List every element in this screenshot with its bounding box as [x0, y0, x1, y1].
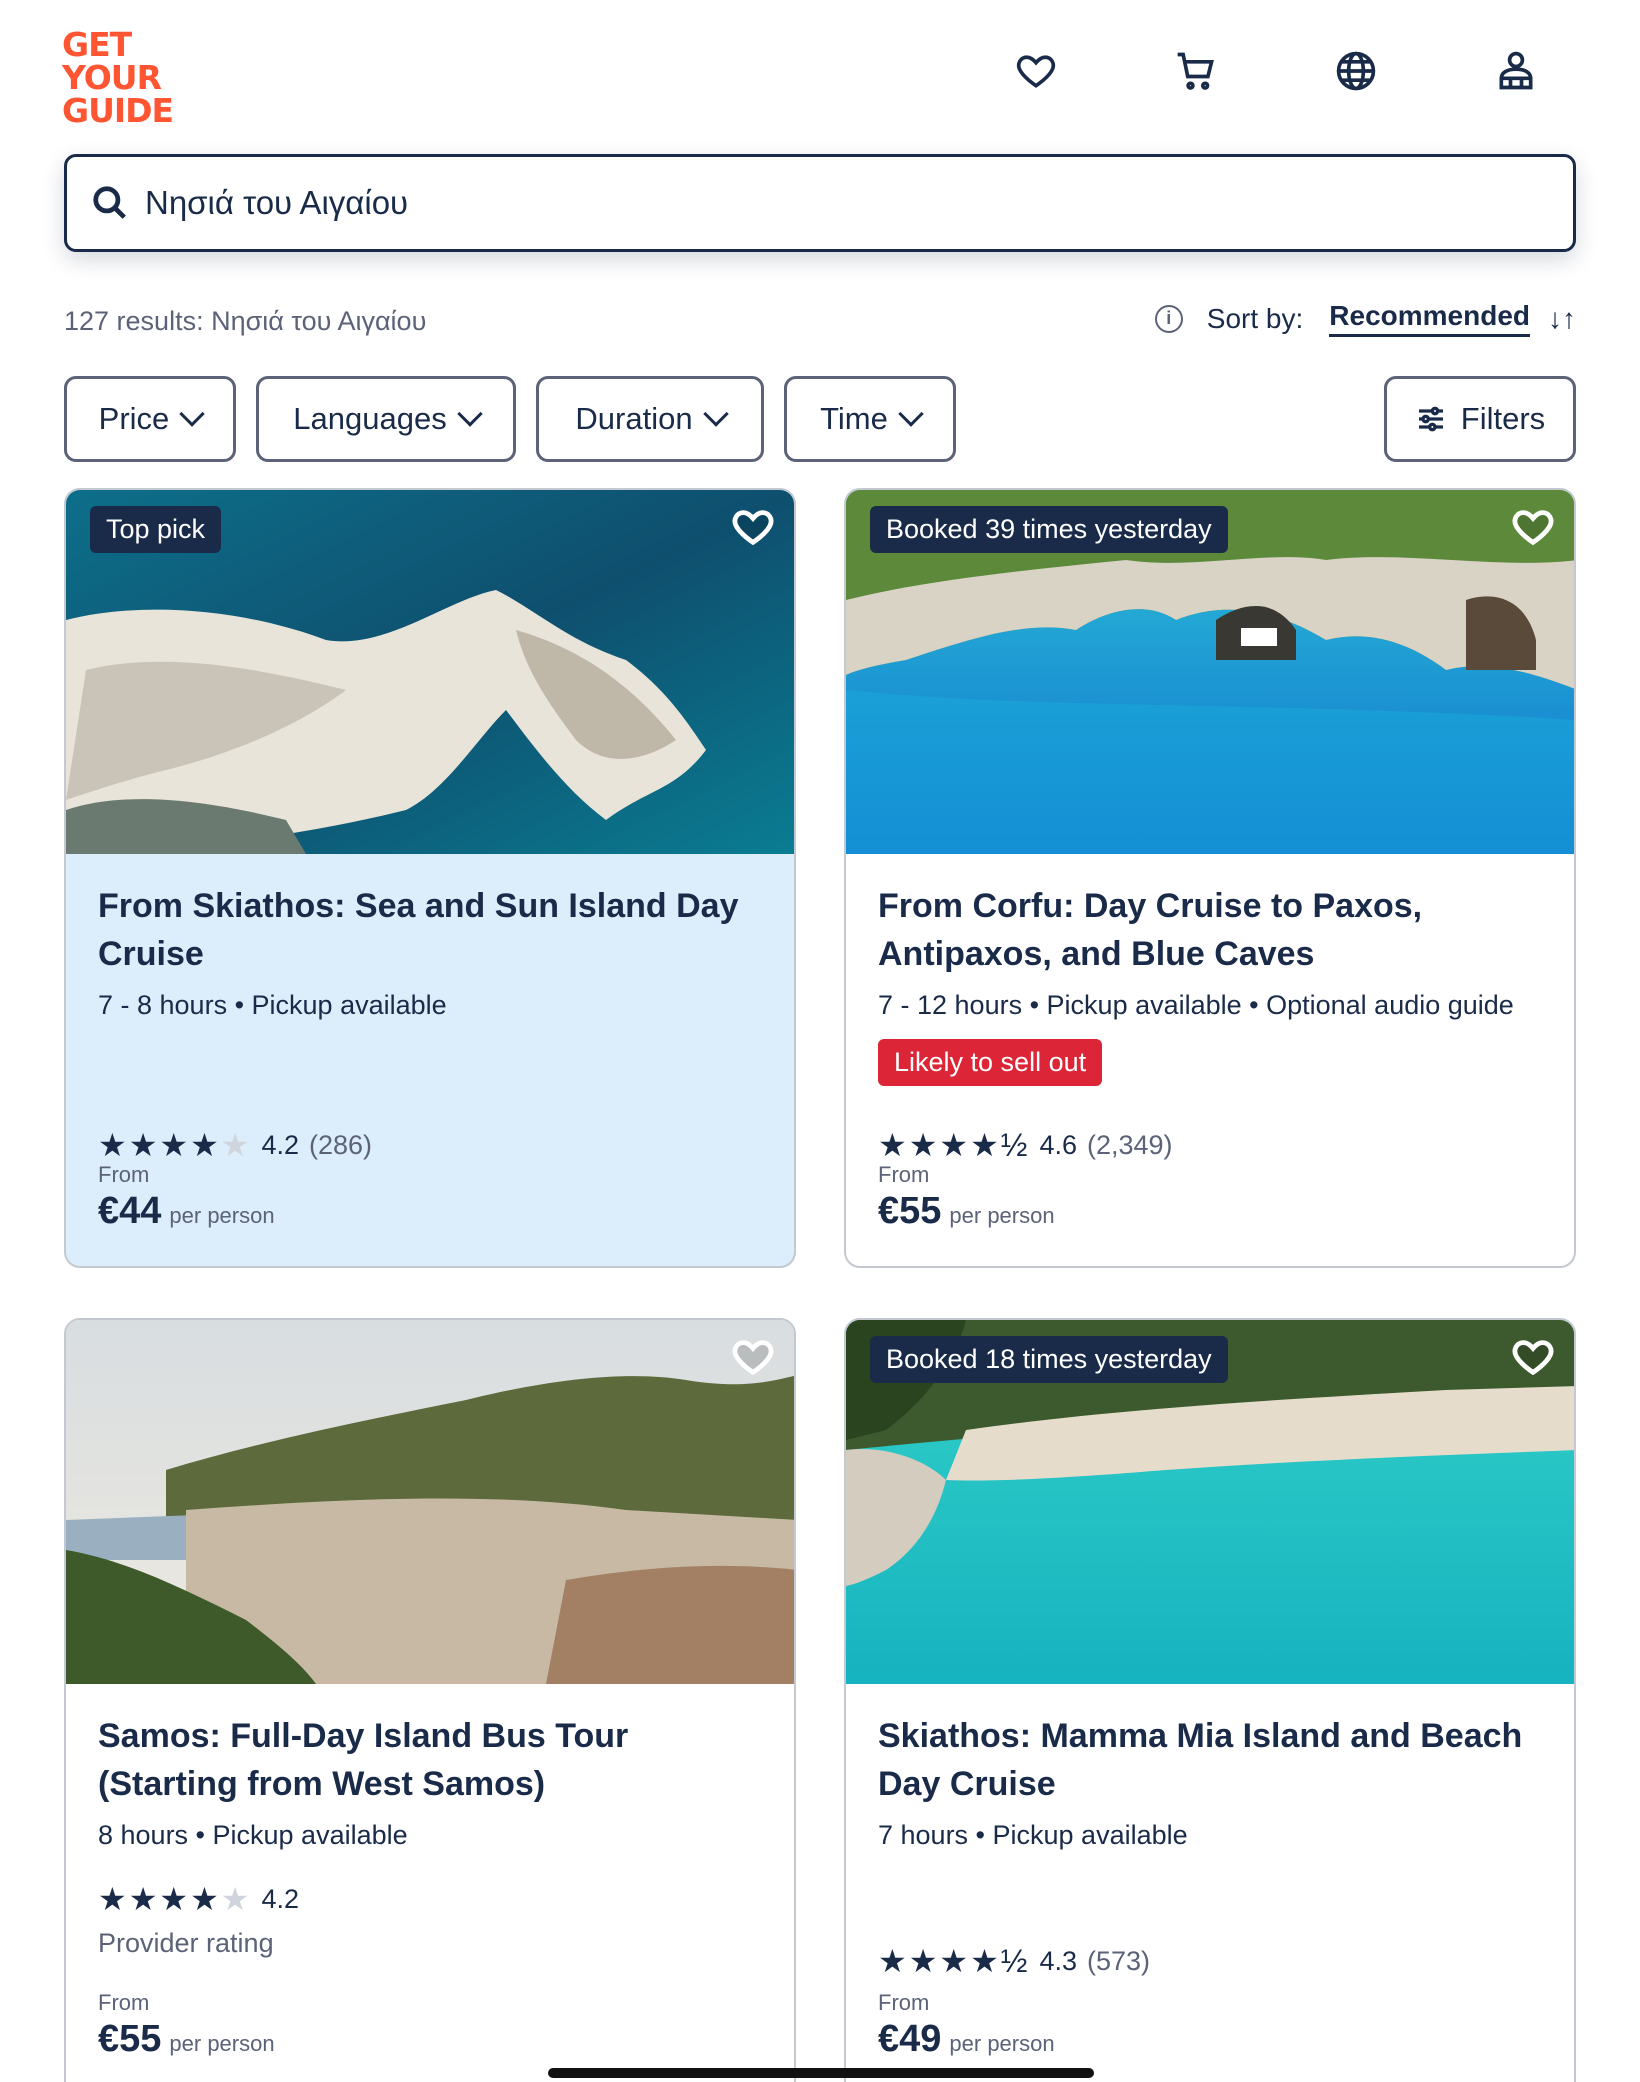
- review-count: (286): [308, 1129, 373, 1160]
- activity-image: Booked 39 times yesterday: [846, 490, 1574, 854]
- rating-value: 4.2: [261, 1883, 299, 1914]
- price: €55 per person: [878, 1190, 1055, 1233]
- languages-filter-button[interactable]: Languages: [256, 376, 516, 462]
- globe-icon[interactable]: [1331, 46, 1381, 96]
- activity-title[interactable]: Skiathos: Mamma Mia Island and Beach Day…: [878, 1712, 1542, 1808]
- star-rating-icon: ★★★★★: [98, 1881, 252, 1917]
- sort-label: Sort by:: [1206, 302, 1304, 334]
- rating: ★★★★½ 4.6 (2,349): [878, 1126, 1173, 1164]
- activity-meta: 7 - 8 hours • Pickup available: [98, 990, 447, 1020]
- wishlist-heart-icon[interactable]: [1011, 46, 1061, 96]
- chevron-down-icon: [702, 401, 729, 427]
- sort-control: i Sort by: Recommended ↓↑: [1154, 300, 1576, 337]
- results-count: 127 results: Νησιά του Αιγαίου: [64, 306, 427, 336]
- price-amount: €55: [98, 2018, 162, 2060]
- rating-value: 4.3: [1039, 1945, 1077, 1976]
- activity-meta: 7 - 12 hours • Pickup available • Option…: [878, 990, 1514, 1020]
- rating: ★★★★★ 4.2 (286): [98, 1126, 372, 1164]
- rating-value: 4.2: [261, 1129, 299, 1160]
- from-label: From: [98, 1990, 150, 2015]
- logo-line-1: GET: [62, 25, 132, 64]
- price: €49 per person: [878, 2018, 1055, 2061]
- from-label: From: [878, 1990, 930, 2015]
- provider-rating-label: Provider rating: [98, 1928, 274, 1958]
- price-unit: per person: [949, 2031, 1055, 2056]
- activity-title[interactable]: From Skiathos: Sea and Sun Island Day Cr…: [98, 882, 762, 978]
- home-indicator[interactable]: [548, 2068, 1094, 2078]
- logo-line-2: YOUR: [62, 58, 162, 97]
- getyourguide-logo[interactable]: GET YOUR GUIDE: [62, 28, 180, 127]
- activity-meta: 8 hours • Pickup available: [98, 1820, 408, 1850]
- star-rating-icon: ★★★★½: [878, 1943, 1030, 1979]
- search-input[interactable]: [145, 184, 1445, 222]
- heart-icon[interactable]: [1510, 504, 1556, 550]
- price-amount: €44: [98, 1190, 162, 1232]
- info-icon[interactable]: i: [1154, 304, 1183, 333]
- price: €55 per person: [98, 2018, 275, 2061]
- activity-image: Top pick: [66, 490, 794, 854]
- review-count: (2,349): [1086, 1129, 1173, 1160]
- activity-card[interactable]: Samos: Full-Day Island Bus Tour (Startin…: [64, 1318, 796, 2082]
- activity-image: Booked 18 times yesterday: [846, 1320, 1574, 1684]
- time-filter-button[interactable]: Time: [784, 376, 956, 462]
- activity-card[interactable]: Top pick From Skiathos: Sea and Sun Isla…: [64, 488, 796, 1268]
- urgency-badge: Likely to sell out: [878, 1039, 1103, 1086]
- rating: ★★★★★ 4.2: [98, 1880, 299, 1918]
- all-filters-button[interactable]: Filters: [1384, 376, 1576, 462]
- search-bar[interactable]: [64, 154, 1576, 252]
- top-pick-badge: Top pick: [90, 506, 222, 553]
- price-filter-label: Price: [98, 401, 170, 436]
- activity-card[interactable]: Booked 18 times yesterday Skiathos: Mamm…: [844, 1318, 1576, 2082]
- activity-title[interactable]: Samos: Full-Day Island Bus Tour (Startin…: [98, 1712, 762, 1808]
- heart-icon[interactable]: [1510, 1334, 1556, 1380]
- duration-filter-label: Duration: [575, 401, 693, 436]
- price-amount: €49: [878, 2018, 942, 2060]
- languages-filter-label: Languages: [293, 401, 447, 436]
- star-rating-icon: ★★★★½: [878, 1127, 1030, 1163]
- sort-order-icon[interactable]: ↓↑: [1548, 303, 1576, 335]
- logo-line-3: GUIDE: [62, 91, 174, 130]
- profile-icon[interactable]: [1491, 46, 1541, 96]
- duration-filter-button[interactable]: Duration: [536, 376, 764, 462]
- rating-value: 4.6: [1039, 1129, 1077, 1160]
- rating: ★★★★½ 4.3 (573): [878, 1942, 1150, 1980]
- price-filter-button[interactable]: Price: [64, 376, 236, 462]
- from-label: From: [878, 1162, 930, 1187]
- time-filter-label: Time: [820, 401, 888, 436]
- booked-badge: Booked 18 times yesterday: [870, 1336, 1228, 1383]
- price-unit: per person: [949, 1203, 1055, 1228]
- chevron-down-icon: [456, 401, 483, 427]
- all-filters-label: Filters: [1460, 401, 1546, 436]
- heart-icon[interactable]: [730, 1334, 776, 1380]
- chevron-down-icon: [179, 401, 206, 427]
- heart-icon[interactable]: [730, 504, 776, 550]
- price: €44 per person: [98, 1190, 275, 1233]
- price-unit: per person: [169, 2031, 275, 2056]
- price-amount: €55: [878, 1190, 942, 1232]
- activity-image: [66, 1320, 794, 1684]
- activity-card[interactable]: Booked 39 times yesterday From Corfu: Da…: [844, 488, 1576, 1268]
- from-label: From: [98, 1162, 150, 1187]
- sliders-icon: [1418, 406, 1443, 432]
- sort-dropdown[interactable]: Recommended: [1329, 300, 1530, 337]
- filter-bar: Price Languages Duration Time Filters: [64, 376, 1576, 462]
- booked-badge: Booked 39 times yesterday: [870, 506, 1228, 553]
- activity-meta: 7 hours • Pickup available: [878, 1820, 1188, 1850]
- activity-title[interactable]: From Corfu: Day Cruise to Paxos, Antipax…: [878, 882, 1542, 978]
- price-unit: per person: [169, 1203, 275, 1228]
- chevron-down-icon: [898, 401, 924, 427]
- star-rating-icon: ★★★★★: [98, 1127, 252, 1163]
- search-icon: [93, 186, 126, 219]
- cart-icon[interactable]: [1171, 46, 1221, 96]
- review-count: (573): [1086, 1945, 1151, 1976]
